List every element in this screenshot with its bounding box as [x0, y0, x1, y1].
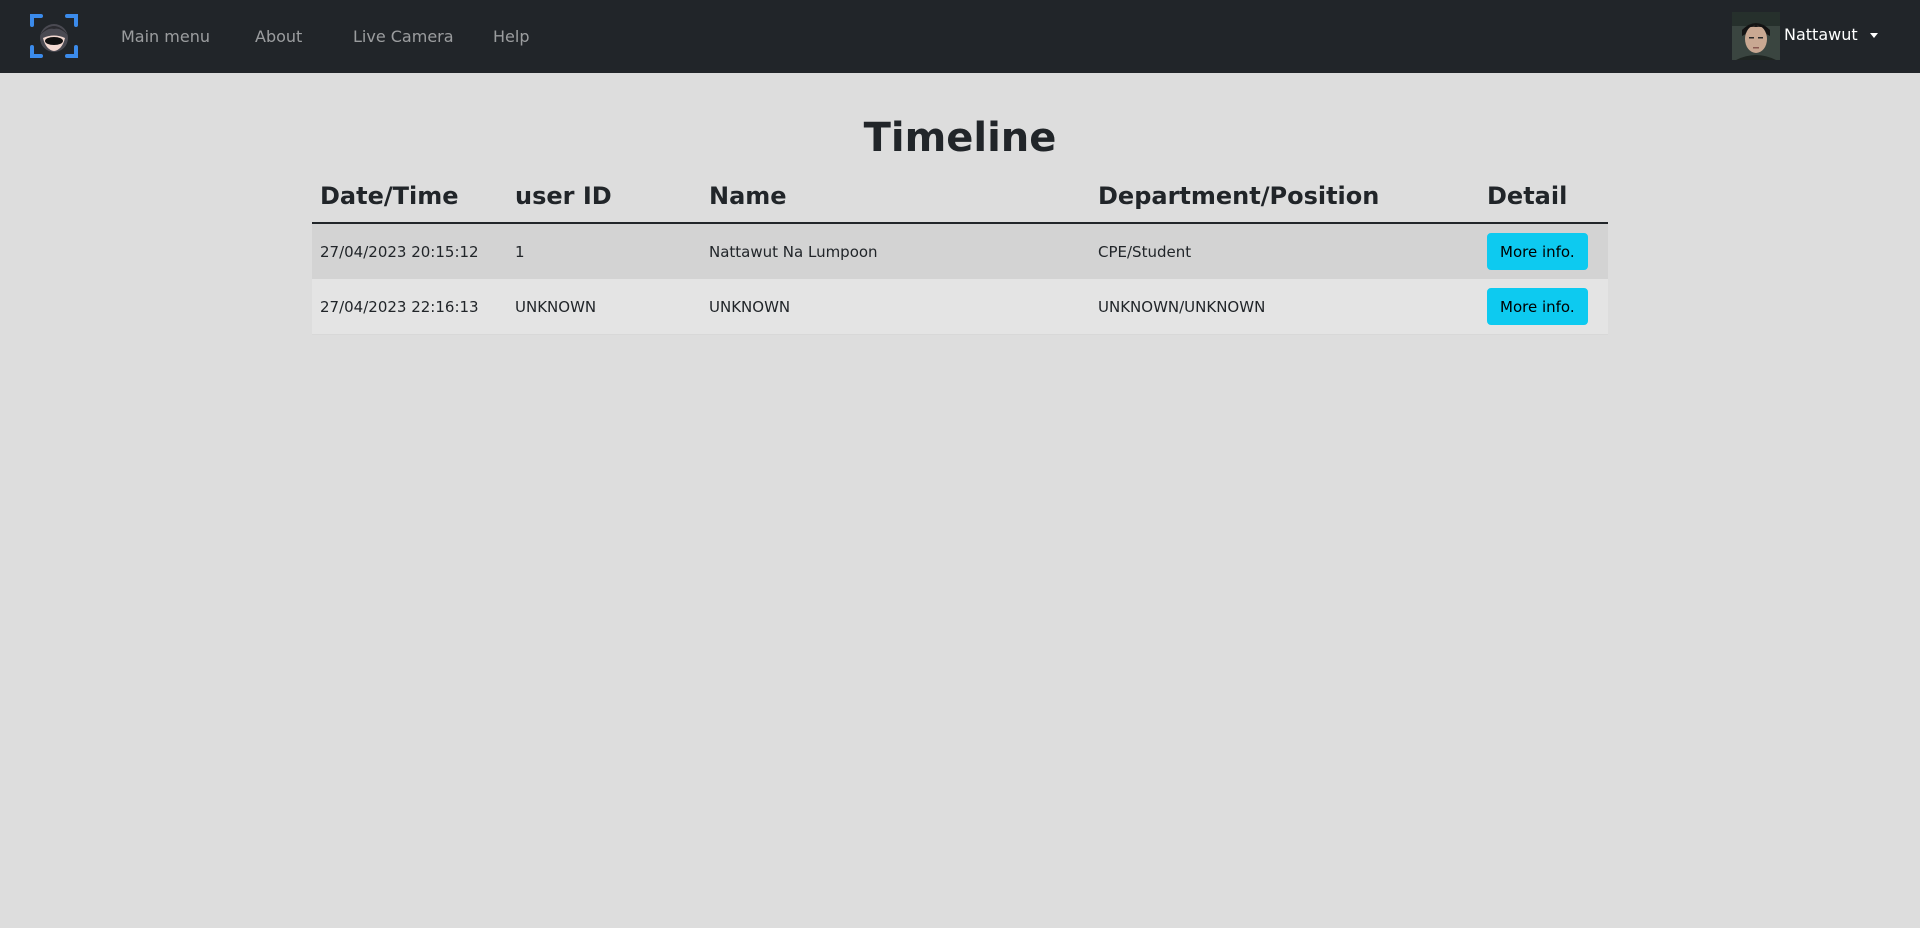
table-row: 27/04/2023 22:16:13 UNKNOWN UNKNOWN UNKN… — [312, 279, 1608, 335]
more-info-button[interactable]: More info. — [1487, 233, 1588, 270]
nav-link-main-menu[interactable]: Main menu — [121, 27, 210, 46]
cell-department: CPE/Student — [1090, 223, 1479, 279]
column-header-user-id: user ID — [507, 170, 701, 224]
page-title: Timeline — [863, 115, 1057, 161]
cell-datetime: 27/04/2023 20:15:12 — [312, 223, 507, 279]
cell-datetime: 27/04/2023 22:16:13 — [312, 279, 507, 335]
user-avatar-photo — [1732, 12, 1780, 60]
nav-link-help[interactable]: Help — [493, 27, 529, 46]
nav-link-live-camera[interactable]: Live Camera — [353, 27, 454, 46]
user-name: Nattawut — [1784, 25, 1858, 44]
face-scan-logo-icon[interactable] — [30, 13, 78, 59]
more-info-button[interactable]: More info. — [1487, 288, 1588, 325]
cell-name: Nattawut Na Lumpoon — [701, 223, 1090, 279]
column-header-detail: Detail — [1479, 170, 1608, 224]
top-navbar: Main menu About Live Camera Help Nattawu… — [0, 0, 1920, 73]
cell-user-id: 1 — [507, 223, 701, 279]
column-header-department: Department/Position — [1090, 170, 1479, 224]
user-dropdown[interactable]: Nattawut — [1732, 12, 1892, 60]
chevron-down-icon — [1870, 33, 1878, 38]
cell-user-id: UNKNOWN — [507, 279, 701, 335]
cell-detail: More info. — [1479, 279, 1608, 335]
cell-detail: More info. — [1479, 223, 1608, 279]
column-header-name: Name — [701, 170, 1090, 224]
nav-link-about[interactable]: About — [255, 27, 302, 46]
table-row: 27/04/2023 20:15:12 1 Nattawut Na Lumpoo… — [312, 223, 1608, 279]
column-header-datetime: Date/Time — [312, 170, 507, 224]
timeline-table: Date/Time user ID Name Department/Positi… — [312, 170, 1608, 335]
table-header-row: Date/Time user ID Name Department/Positi… — [312, 170, 1608, 224]
cell-name: UNKNOWN — [701, 279, 1090, 335]
cell-department: UNKNOWN/UNKNOWN — [1090, 279, 1479, 335]
